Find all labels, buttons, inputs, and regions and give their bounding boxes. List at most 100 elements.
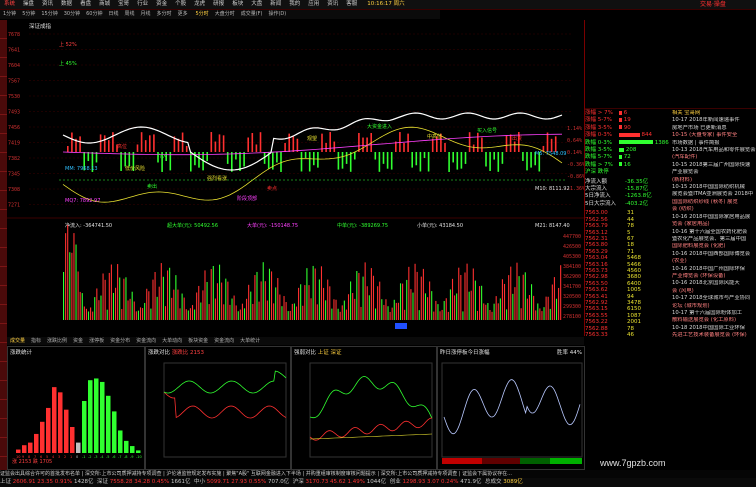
chart-tab[interactable]: 成交量(F) bbox=[238, 10, 266, 19]
news-item[interactable]: 暨农化产品展览会、第三届中国 bbox=[672, 236, 756, 243]
chart-tab[interactable]: 大盘分时 bbox=[212, 10, 238, 19]
menu-item[interactable]: 资讯 bbox=[323, 0, 342, 9]
news-item[interactable]: 10-15 2018第三届广州国际快速 bbox=[672, 162, 756, 169]
menu-item[interactable]: 研报 bbox=[209, 0, 228, 9]
intraday-chart-area[interactable]: 深证成指 7678 7641 7604 7567 7530 7493 7456 7419 738… bbox=[7, 20, 585, 336]
menu-item[interactable]: 龙虎 bbox=[190, 0, 209, 9]
index-item[interactable]: 深证 7558.28 34.28 0.45% 1661亿 bbox=[97, 479, 191, 485]
volume-bar bbox=[285, 302, 287, 320]
tick-volume: 71 bbox=[627, 248, 634, 255]
tab[interactable]: 资金 bbox=[70, 337, 86, 345]
menu-item[interactable]: 应用 bbox=[304, 0, 323, 9]
news-ticker[interactable]: 证监会出具综合许可的首批发布名单 | 深交所:上市公司质押减持专项调查 | 沪伦… bbox=[0, 470, 756, 478]
level-name: 沪深 跌停 bbox=[585, 169, 609, 176]
period-week[interactable]: 周线 bbox=[122, 10, 138, 19]
period-15m[interactable]: 15分钟 bbox=[38, 10, 60, 19]
period-more[interactable]: 更多 bbox=[175, 10, 191, 19]
news-item[interactable]: 会 (风电) bbox=[672, 288, 756, 295]
chart-tab[interactable]: 操作(D) bbox=[265, 10, 289, 19]
volume-bar bbox=[429, 281, 431, 320]
tab[interactable]: 资金流向 bbox=[211, 337, 237, 345]
news-item[interactable]: (新材料) bbox=[672, 177, 756, 184]
news-item[interactable]: 产业展览会 bbox=[672, 169, 756, 176]
left-sidebar[interactable] bbox=[0, 20, 7, 476]
tab[interactable]: 涨停板 bbox=[86, 337, 107, 345]
index-item[interactable]: 创业 1298.93 3.07 0.24% 471.9亿 bbox=[390, 479, 482, 485]
hist-bar bbox=[46, 407, 51, 453]
news-item[interactable]: 产业博览会 (环保设备) bbox=[672, 273, 756, 280]
menu-item[interactable]: 数据 bbox=[57, 0, 76, 9]
period-multi[interactable]: 多分时 bbox=[154, 10, 175, 19]
series-green bbox=[163, 370, 287, 394]
news-item[interactable]: 10-16 2018北京国际风能大 bbox=[672, 280, 756, 287]
period-month[interactable]: 月线 bbox=[138, 10, 154, 19]
news-item[interactable]: 10-16 2018中国西部国际博览会 bbox=[672, 251, 756, 258]
volume-bar bbox=[391, 307, 393, 320]
volume-bar bbox=[185, 309, 187, 320]
news-item[interactable]: 10-16 2018中国国际家居用品展 bbox=[672, 214, 756, 221]
level-bar bbox=[619, 125, 622, 130]
news-item[interactable]: 展览会暨ITMA亚洲展览会 2018中 bbox=[672, 191, 756, 198]
tab[interactable]: 资金分布 bbox=[107, 337, 133, 345]
news-item[interactable]: 会 (纺织) bbox=[672, 206, 756, 213]
news-item[interactable]: 论坛 (城市规划) bbox=[672, 303, 756, 310]
period-day[interactable]: 日线 bbox=[106, 10, 122, 19]
volume-bar bbox=[327, 279, 329, 320]
menu-item[interactable]: 商城 bbox=[95, 0, 114, 9]
intraday-chart-svg[interactable]: 深证成指 7678 7641 7604 7567 7530 7493 7456 7419 738… bbox=[7, 20, 585, 336]
chart-tab[interactable]: 5分时 bbox=[193, 10, 212, 19]
menu-item[interactable]: 我的 bbox=[285, 0, 304, 9]
news-item[interactable]: 10-15 2018中国国际纺织机械 bbox=[672, 184, 756, 191]
menu-item[interactable]: 客服 bbox=[342, 0, 361, 9]
menu-item[interactable]: 大盘 bbox=[247, 0, 266, 9]
news-item[interactable]: 览会 (家居用品) bbox=[672, 221, 756, 228]
menu-item-system[interactable]: 系统 bbox=[0, 0, 19, 9]
menu-item[interactable]: 个股 bbox=[171, 0, 190, 9]
flow-bar bbox=[419, 152, 422, 172]
tab[interactable]: 涨跌比例 bbox=[44, 337, 70, 345]
period-30m[interactable]: 30分钟 bbox=[61, 10, 83, 19]
news-item[interactable]: (汽车配件) bbox=[672, 154, 756, 161]
volume-bar bbox=[248, 284, 250, 320]
menu-item[interactable]: 资金 bbox=[152, 0, 171, 9]
news-item[interactable]: (农业) bbox=[672, 258, 756, 265]
index-item[interactable]: 总成交 3089亿 bbox=[485, 479, 523, 485]
news-item[interactable]: 10-17 2018年新闻速递事件 bbox=[672, 117, 756, 124]
volume-bar bbox=[77, 271, 79, 320]
news-item[interactable]: 国国际纺织纱线 (秋冬) 展览 bbox=[672, 199, 756, 206]
period-1m[interactable]: 1分钟 bbox=[0, 10, 19, 19]
volume-bar bbox=[262, 262, 264, 320]
menu-item[interactable]: 宝哥 bbox=[114, 0, 133, 9]
news-item[interactable]: 10-15 (大盘专家) 事件安全 bbox=[672, 132, 756, 139]
menu-item[interactable]: 操盘 bbox=[19, 0, 38, 9]
menu-item[interactable]: 资讯 bbox=[38, 0, 57, 9]
volume-bar bbox=[343, 300, 345, 320]
tab[interactable]: 资金流向 bbox=[133, 337, 159, 345]
news-item[interactable]: 10-16 2018中国广州国际环保 bbox=[672, 266, 756, 273]
tab[interactable]: 指标 bbox=[28, 337, 44, 345]
period-60m[interactable]: 60分钟 bbox=[83, 10, 105, 19]
news-item[interactable]: 市场数据 | 事件简报 bbox=[672, 140, 756, 147]
news-item[interactable]: 10-17 第十六届国际粉体加工 bbox=[672, 310, 756, 317]
index-item[interactable]: 上证 2606.91 23.35 0.91% 1428亿 bbox=[0, 479, 94, 485]
menu-item[interactable]: 新闻 bbox=[266, 0, 285, 9]
index-item[interactable]: 中小 5099.71 27.93 0.55% 707.0亿 bbox=[194, 479, 289, 485]
news-item[interactable]: 散料输送展览会 (化工原料) bbox=[672, 317, 756, 324]
tab[interactable]: 板块资金 bbox=[185, 337, 211, 345]
chart-annotation: 卖点 bbox=[267, 186, 277, 192]
menu-item[interactable]: 板块 bbox=[228, 0, 247, 9]
news-item[interactable]: 房地产市场 已更新消息 bbox=[672, 125, 756, 132]
news-item[interactable]: 10-13 2018汽车用品和零件展览会 bbox=[672, 147, 756, 154]
news-item[interactable]: 国际肥料展览会 (化肥) bbox=[672, 243, 756, 250]
menu-item[interactable]: 行业 bbox=[133, 0, 152, 9]
news-item[interactable]: 10-16 第十六届全国农药化肥会 bbox=[672, 229, 756, 236]
tab[interactable]: 大单动向 bbox=[159, 337, 185, 345]
tab[interactable]: 大单统计 bbox=[237, 337, 263, 345]
period-5m[interactable]: 5分钟 bbox=[19, 10, 38, 19]
news-item[interactable]: 10-17 2018全球城市与产业协同 bbox=[672, 295, 756, 302]
index-item[interactable]: 沪深 3170.73 45.62 1.49% 1044亿 bbox=[293, 479, 387, 485]
menu-item[interactable]: 看盘 bbox=[76, 0, 95, 9]
tab-volume[interactable]: 成交量 bbox=[7, 337, 28, 345]
news-item[interactable]: 先进工艺技术装备展览会 (环保) bbox=[672, 332, 756, 339]
news-item[interactable]: 10-18 2018中国国际工业环保 bbox=[672, 325, 756, 332]
